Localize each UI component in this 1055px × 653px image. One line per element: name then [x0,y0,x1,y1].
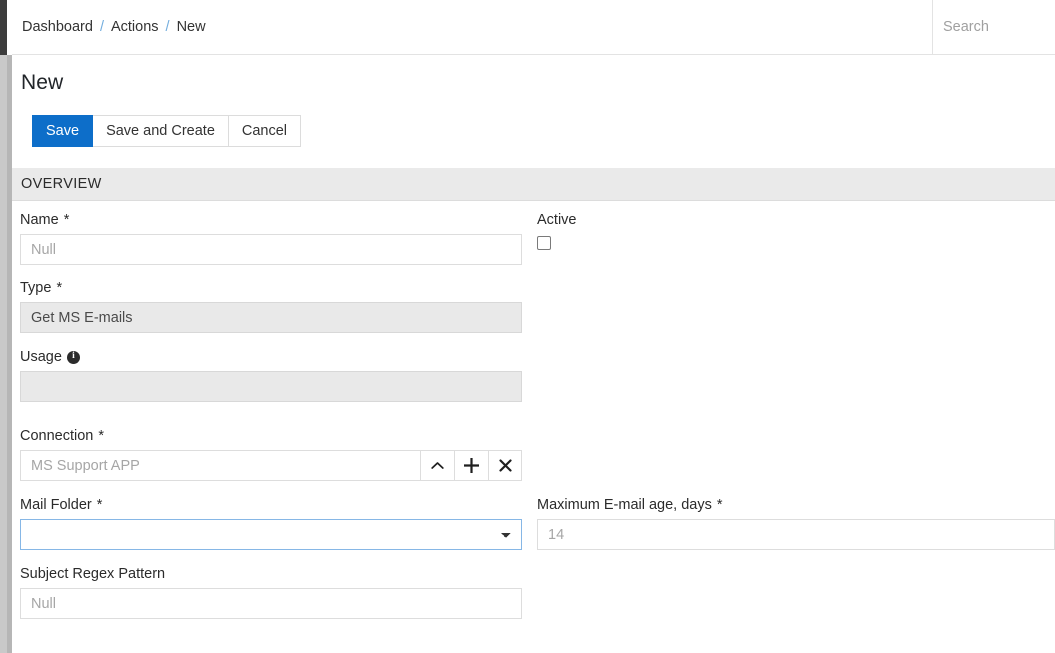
top-bar: Dashboard / Actions / New [12,0,1055,55]
search-input[interactable] [933,19,1055,35]
max-email-age-required-mark: * [717,497,723,513]
breadcrumb-item-new[interactable]: New [177,19,206,35]
connection-input[interactable] [20,450,420,481]
max-email-age-label-text: Maximum E-mail age, days [537,497,712,513]
breadcrumb: Dashboard / Actions / New [22,0,206,54]
type-required-mark: * [56,280,62,296]
usage-select[interactable] [20,371,522,402]
section-title: OVERVIEW [21,168,102,200]
sidebar-rail-bottom [0,55,7,653]
chevron-up-icon[interactable] [420,450,454,481]
name-input[interactable] [20,234,522,265]
name-label: Name * [20,212,69,228]
plus-icon[interactable] [454,450,488,481]
section-header-overview: OVERVIEW [12,168,1055,201]
form-overview: Name * Active Type * Get MS E-mails Usag… [12,201,1055,653]
connection-label: Connection * [20,428,104,444]
max-email-age-label: Maximum E-mail age, days * [537,497,723,513]
cancel-button[interactable]: Cancel [229,115,301,147]
active-label-text: Active [537,212,577,228]
search-container [932,0,1055,54]
mail-folder-label-text: Mail Folder [20,497,92,513]
breadcrumb-item-dashboard[interactable]: Dashboard [22,19,93,35]
info-icon[interactable]: i [67,351,80,364]
close-icon[interactable] [488,450,522,481]
subject-regex-label: Subject Regex Pattern [20,566,170,582]
save-and-create-button[interactable]: Save and Create [93,115,229,147]
name-required-mark: * [64,212,70,228]
usage-label-text: Usage [20,349,62,365]
page-title: New [21,71,63,95]
type-select[interactable]: Get MS E-mails [20,302,522,333]
type-label-text: Type [20,280,51,296]
sidebar-rail-top [0,0,7,55]
max-email-age-input[interactable] [537,519,1055,550]
subject-regex-label-text: Subject Regex Pattern [20,566,165,582]
breadcrumb-item-actions[interactable]: Actions [111,19,159,35]
breadcrumb-separator: / [166,19,170,35]
type-label: Type * [20,280,62,296]
action-button-group: Save Save and Create Cancel [32,115,301,147]
mail-folder-required-mark: * [97,497,103,513]
active-label: Active [537,212,577,228]
save-button[interactable]: Save [32,115,93,147]
active-checkbox[interactable] [537,236,551,250]
usage-label: Usage i [20,349,80,365]
mail-folder-label: Mail Folder * [20,497,102,513]
connection-input-group [20,450,522,481]
name-label-text: Name [20,212,59,228]
mail-folder-select[interactable] [20,519,522,550]
page-header: New Save Save and Create Cancel [12,55,1055,168]
breadcrumb-separator: / [100,19,104,35]
subject-regex-input[interactable] [20,588,522,619]
connection-label-text: Connection [20,428,93,444]
connection-required-mark: * [98,428,104,444]
app-root: Dashboard / Actions / New New Save Save … [0,0,1055,653]
